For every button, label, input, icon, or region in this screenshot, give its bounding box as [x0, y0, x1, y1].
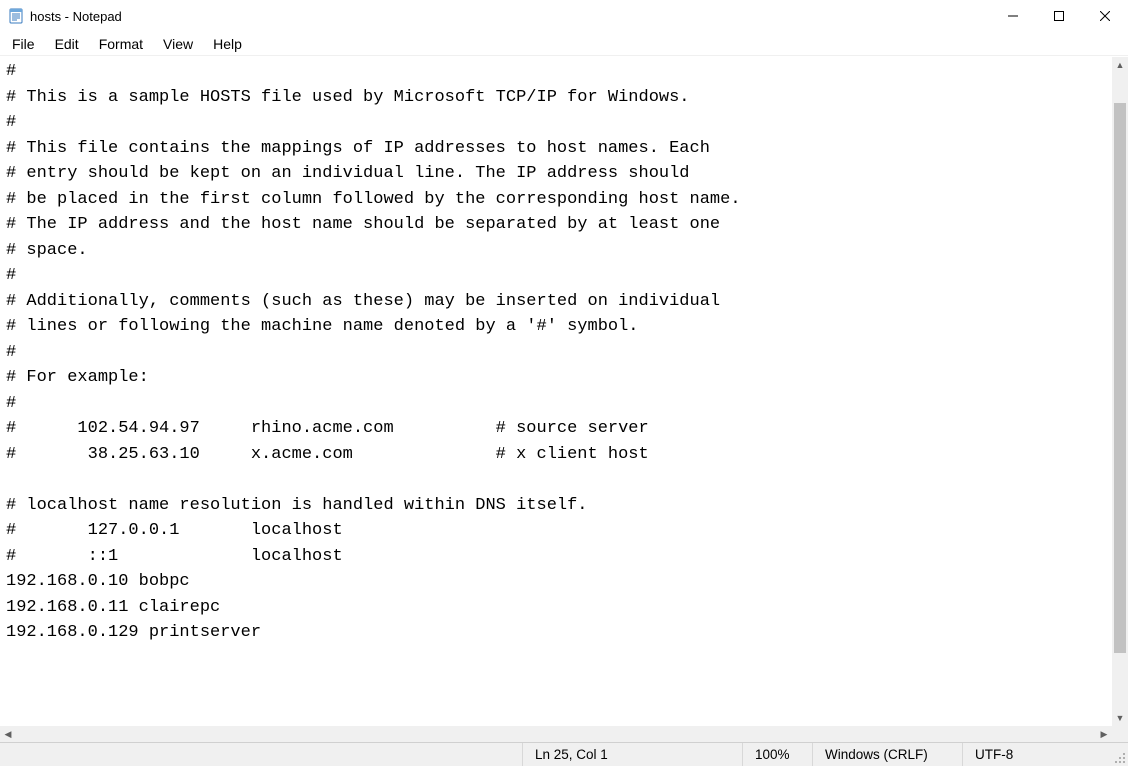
- status-zoom: 100%: [742, 743, 812, 766]
- editor-wrap: # # This is a sample HOSTS file used by …: [0, 56, 1128, 742]
- menu-format[interactable]: Format: [89, 34, 153, 54]
- content-area: # # This is a sample HOSTS file used by …: [0, 56, 1128, 742]
- menu-file[interactable]: File: [2, 34, 45, 54]
- status-cursor-position: Ln 25, Col 1: [522, 743, 742, 766]
- text-editor[interactable]: # # This is a sample HOSTS file used by …: [0, 57, 1112, 726]
- maximize-icon: [1054, 11, 1064, 21]
- status-bar: Ln 25, Col 1 100% Windows (CRLF) UTF-8: [0, 742, 1128, 766]
- titlebar[interactable]: hosts - Notepad: [0, 0, 1128, 32]
- scroll-up-icon[interactable]: ▲: [1112, 57, 1128, 73]
- vertical-scroll-thumb[interactable]: [1114, 103, 1126, 653]
- vertical-scrollbar[interactable]: ▲ ▼: [1112, 57, 1128, 726]
- status-spacer: [0, 743, 522, 766]
- vertical-scroll-track[interactable]: [1112, 73, 1128, 710]
- notepad-app-icon: [8, 8, 24, 24]
- window-controls: [990, 0, 1128, 32]
- scroll-right-icon[interactable]: ▶: [1096, 726, 1112, 742]
- status-line-ending: Windows (CRLF): [812, 743, 962, 766]
- scroll-left-icon[interactable]: ◀: [0, 726, 16, 742]
- scroll-down-icon[interactable]: ▼: [1112, 710, 1128, 726]
- horizontal-scrollbar[interactable]: ◀ ▶: [0, 726, 1112, 742]
- resize-grip-icon: [1114, 752, 1126, 764]
- menu-edit[interactable]: Edit: [45, 34, 89, 54]
- minimize-icon: [1008, 11, 1018, 21]
- menu-help[interactable]: Help: [203, 34, 252, 54]
- horizontal-scroll-track[interactable]: [16, 726, 1096, 742]
- maximize-button[interactable]: [1036, 0, 1082, 32]
- titlebar-left: hosts - Notepad: [8, 8, 122, 24]
- close-button[interactable]: [1082, 0, 1128, 32]
- resize-grip[interactable]: [1112, 743, 1128, 766]
- minimize-button[interactable]: [990, 0, 1036, 32]
- menu-bar: File Edit Format View Help: [0, 32, 1128, 56]
- scroll-corner: [1112, 726, 1128, 742]
- close-icon: [1100, 11, 1110, 21]
- status-encoding: UTF-8: [962, 743, 1112, 766]
- window-title: hosts - Notepad: [30, 9, 122, 24]
- menu-view[interactable]: View: [153, 34, 203, 54]
